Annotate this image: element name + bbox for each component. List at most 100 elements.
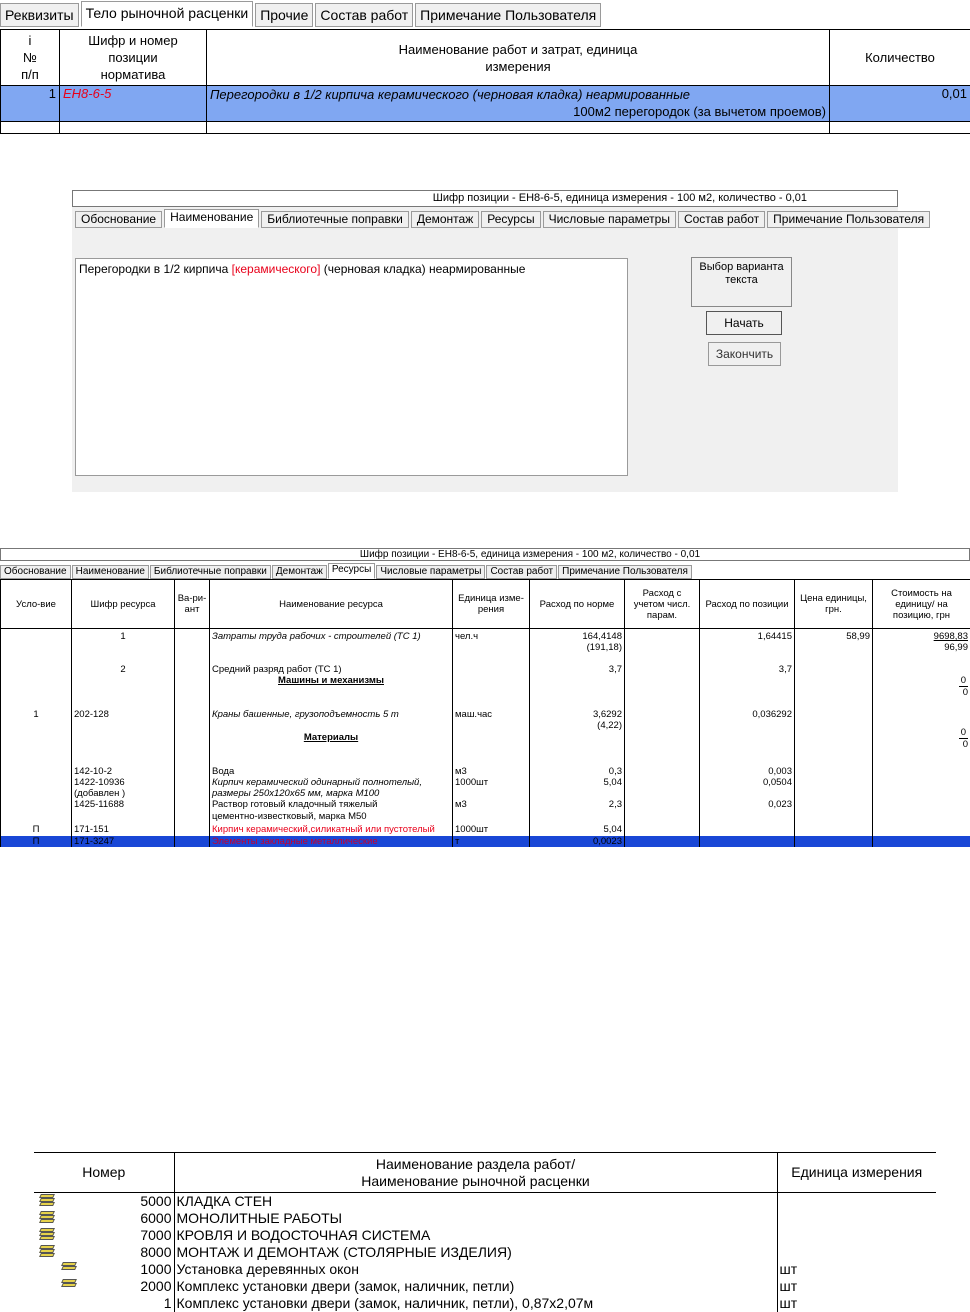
table-row-selected[interactable]: П 171-3247 Элементы закладные металличес…: [1, 836, 970, 847]
panel3-tab-5[interactable]: Ресурсы: [328, 563, 375, 579]
section-name-h2: Наименование рыночной расценки: [176, 1173, 776, 1190]
water-code: 142-10-2: [74, 766, 172, 777]
mortar-code: 1425-11688: [74, 799, 172, 810]
name-text-area[interactable]: Перегородки в 1/2 кирпича [керамического…: [75, 258, 628, 476]
tree-number-cell: 7000: [34, 1227, 174, 1244]
cell: [795, 664, 873, 709]
brick-name-2: размеры 250х120х65 мм, марка М100: [212, 788, 450, 799]
finish-button[interactable]: Закончить: [708, 342, 781, 366]
tree-number: 1: [164, 1295, 172, 1311]
brick-code-2: (добавлен ): [74, 788, 172, 799]
books-stack-icon[interactable]: [38, 1194, 56, 1208]
cell: [625, 629, 700, 664]
tree-number: 1000: [140, 1261, 171, 1277]
cell-code: 2: [72, 664, 175, 709]
text-variant-box[interactable]: Выбор варианта текста: [691, 257, 792, 307]
panel1-header-row: i № п/п Шифр и номер позиции норматива Н…: [1, 30, 970, 86]
row-qty: 0,01: [830, 86, 970, 122]
cell-position: 3,7: [700, 664, 795, 709]
cell-name: Средний разряд работ (ТС 1)Машины и меха…: [210, 664, 453, 709]
col-adjusted-header: Расход с учетом числ. парам.: [625, 580, 700, 629]
panel3-tab-6[interactable]: Числовые параметры: [376, 565, 485, 579]
mortar-name-2: цементно-известковый, марка М50: [212, 811, 450, 822]
cell: [175, 836, 210, 847]
panel1-tab-2[interactable]: Тело рыночной расценки: [81, 1, 254, 27]
col-num-h1: i: [4, 32, 56, 49]
tree-unit: [777, 1193, 936, 1210]
cell-name: ВодаКирпич керамический одинарный полнот…: [210, 766, 453, 824]
panel2-tab-8[interactable]: Примечание Пользователя: [767, 211, 930, 228]
panel2-tab-4[interactable]: Демонтаж: [411, 211, 479, 228]
panel2-tab-6[interactable]: Числовые параметры: [543, 211, 676, 228]
table-row[interactable]: 1 202-128 Краны башенные, грузоподъемнос…: [1, 709, 970, 766]
panel3-tab-3[interactable]: Библиотечные поправки: [150, 565, 271, 579]
panel2-tab-3[interactable]: Библиотечные поправки: [261, 211, 409, 228]
start-button[interactable]: Начать: [706, 311, 782, 335]
cell-code: 202-128: [72, 709, 175, 766]
cell-unit: т: [453, 836, 530, 847]
panel1-tab-3[interactable]: Прочие: [255, 3, 313, 27]
books-stack-icon[interactable]: [38, 1228, 56, 1242]
tree-name: Комплекс установки двери (замок, налични…: [174, 1278, 777, 1295]
cell: [175, 824, 210, 836]
books-pair-icon[interactable]: [60, 1279, 78, 1293]
table-row[interactable]: 1 Затраты труда рабочих - строителей (ТС…: [1, 629, 970, 664]
tree-number: 8000: [140, 1244, 171, 1260]
panel2-tab-1[interactable]: Обоснование: [75, 211, 162, 228]
cell: [873, 824, 970, 836]
cell-price: 58,99: [795, 629, 873, 664]
panel3-tab-8[interactable]: Примечание Пользователя: [558, 565, 692, 579]
books-stack-icon[interactable]: [38, 1245, 56, 1259]
cell: [175, 664, 210, 709]
table-row[interactable]: 142-10-21422-10936(добавлен )1425-11688 …: [1, 766, 970, 824]
col-resource-name-header: Наименование ресурса: [210, 580, 453, 629]
books-stack-icon[interactable]: [38, 1211, 56, 1225]
panel1-tab-1[interactable]: Реквизиты: [0, 3, 79, 27]
table-row[interactable]: 2 Средний разряд работ (ТС 1)Машины и ме…: [1, 664, 970, 709]
panel2-tab-7[interactable]: Состав работ: [678, 211, 765, 228]
panel3-tab-1[interactable]: Обоснование: [0, 565, 71, 579]
cell-unit: 1000шт: [453, 824, 530, 836]
cell-condition: П: [1, 824, 72, 836]
tree-row[interactable]: 7000КРОВЛЯ И ВОДОСТОЧНАЯ СИСТЕМА: [34, 1227, 936, 1244]
tree-row[interactable]: 1000Установка деревянных оконшт: [34, 1261, 936, 1278]
col-section-name-header: Наименование раздела работ/Наименование …: [174, 1153, 777, 1193]
water-pos: 0,003: [702, 766, 792, 777]
cell: [1, 629, 72, 664]
norm-value-2: (191,18): [532, 642, 622, 653]
panel3-tab-2[interactable]: Наименование: [72, 565, 149, 579]
cell: [625, 664, 700, 709]
col-condition-header: Усло-вие: [1, 580, 72, 629]
machines-cost: 0: [959, 675, 968, 687]
cell-code: 142-10-21422-10936(добавлен )1425-11688: [72, 766, 175, 824]
machines-cost-2: 0: [959, 687, 968, 698]
cell-name: Элементы закладные металлические: [210, 836, 453, 847]
tree-row[interactable]: 1Комплекс установки двери (замок, наличн…: [34, 1295, 936, 1312]
cell: [1, 766, 72, 824]
col-resource-code-header: Шифр ресурса: [72, 580, 175, 629]
table-row[interactable]: П 171-151 Кирпич керамический,силикатный…: [1, 824, 970, 836]
table-row[interactable]: 1 ЕН8-6-5 Перегородки в 1/2 кирпича кера…: [1, 86, 970, 122]
cell: [453, 664, 530, 709]
tree-row[interactable]: 2000Комплекс установки двери (замок, нал…: [34, 1278, 936, 1295]
tree-row[interactable]: 8000МОНТАЖ И ДЕМОНТАЖ (СТОЛЯРНЫЕ ИЗДЕЛИЯ…: [34, 1244, 936, 1261]
panel2-tab-2[interactable]: Наименование: [164, 209, 259, 228]
tree-unit: [777, 1244, 936, 1261]
panel2-tab-5[interactable]: Ресурсы: [481, 211, 540, 228]
machines-cost-fraction: 00: [959, 675, 968, 699]
tree-row[interactable]: 6000МОНОЛИТНЫЕ РАБОТЫ: [34, 1210, 936, 1227]
tree-number-cell: 2000: [34, 1278, 174, 1295]
panel1-tab-4[interactable]: Состав работ: [315, 3, 413, 27]
tree-unit: шт: [777, 1261, 936, 1278]
tree-row[interactable]: 5000КЛАДКА СТЕН: [34, 1193, 936, 1210]
panel1-tab-5[interactable]: Примечание Пользователя: [415, 3, 601, 27]
row-code: ЕН8-6-5: [60, 86, 207, 122]
tree-number-cell: 6000: [34, 1210, 174, 1227]
panel3-tab-4[interactable]: Демонтаж: [272, 565, 327, 579]
brick-name: Кирпич керамический одинарный полнотелый…: [212, 777, 450, 788]
grade-name: Средний разряд работ (ТС 1): [212, 664, 450, 675]
name-text-highlight[interactable]: [керамического]: [232, 262, 321, 276]
books-pair-icon[interactable]: [60, 1262, 78, 1276]
panel3-tab-7[interactable]: Состав работ: [486, 565, 557, 579]
row-name-text: Перегородки в 1/2 кирпича керамического …: [210, 86, 826, 103]
